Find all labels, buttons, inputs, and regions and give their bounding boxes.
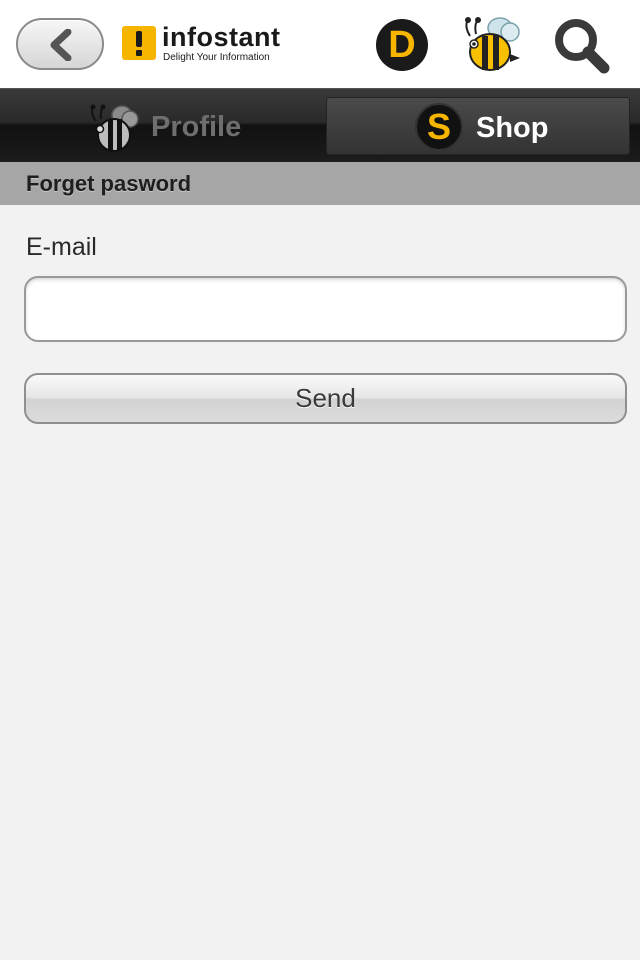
- tab-profile-label: Profile: [151, 111, 242, 143]
- top-header: infostant Delight Your Information D: [0, 0, 640, 88]
- chevron-left-icon: [50, 29, 72, 61]
- bee-icon: [90, 104, 139, 152]
- tab-shop-label: Shop: [476, 112, 549, 144]
- back-button[interactable]: [16, 18, 104, 70]
- d-badge-icon[interactable]: D: [376, 19, 428, 71]
- section-header: Forget pasword: [0, 162, 640, 205]
- search-icon[interactable]: [552, 16, 612, 76]
- bee-icon[interactable]: [460, 14, 524, 74]
- s-coin-icon: S: [415, 103, 463, 151]
- send-button[interactable]: Send: [24, 373, 627, 424]
- email-label: E-mail: [26, 233, 97, 261]
- page-title: Forget pasword: [26, 171, 192, 196]
- tab-bar: Profile S Shop: [0, 88, 640, 162]
- logo-name: infostant: [162, 22, 281, 52]
- tab-profile[interactable]: Profile: [10, 97, 314, 155]
- logo-tagline: Delight Your Information: [163, 52, 270, 63]
- email-field[interactable]: [24, 276, 627, 342]
- app-logo[interactable]: infostant Delight Your Information: [122, 22, 292, 66]
- exclamation-logo-icon: [122, 26, 156, 60]
- tab-shop[interactable]: S Shop: [326, 97, 630, 155]
